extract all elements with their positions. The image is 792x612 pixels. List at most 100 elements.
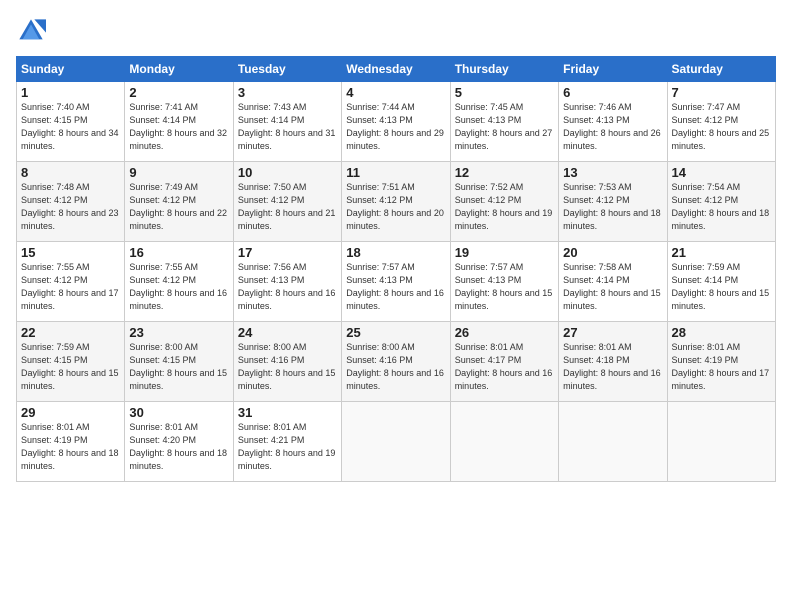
col-saturday: Saturday	[667, 57, 775, 82]
day-cell	[342, 402, 450, 482]
page: Sunday Monday Tuesday Wednesday Thursday…	[0, 0, 792, 612]
day-number: 11	[346, 165, 445, 180]
day-number: 23	[129, 325, 228, 340]
day-number: 31	[238, 405, 337, 420]
day-number: 3	[238, 85, 337, 100]
day-number: 18	[346, 245, 445, 260]
day-info: Sunrise: 8:00 AMSunset: 4:16 PMDaylight:…	[238, 342, 336, 391]
day-cell: 9 Sunrise: 7:49 AMSunset: 4:12 PMDayligh…	[125, 162, 233, 242]
day-number: 29	[21, 405, 120, 420]
day-number: 25	[346, 325, 445, 340]
day-number: 19	[455, 245, 554, 260]
day-info: Sunrise: 7:43 AMSunset: 4:14 PMDaylight:…	[238, 102, 336, 151]
week-row-5: 29 Sunrise: 8:01 AMSunset: 4:19 PMDaylig…	[17, 402, 776, 482]
day-number: 12	[455, 165, 554, 180]
day-cell	[559, 402, 667, 482]
day-info: Sunrise: 8:00 AMSunset: 4:15 PMDaylight:…	[129, 342, 227, 391]
day-info: Sunrise: 7:51 AMSunset: 4:12 PMDaylight:…	[346, 182, 444, 231]
day-number: 2	[129, 85, 228, 100]
day-info: Sunrise: 8:01 AMSunset: 4:21 PMDaylight:…	[238, 422, 336, 471]
day-number: 26	[455, 325, 554, 340]
day-info: Sunrise: 8:01 AMSunset: 4:18 PMDaylight:…	[563, 342, 661, 391]
col-monday: Monday	[125, 57, 233, 82]
day-number: 13	[563, 165, 662, 180]
day-info: Sunrise: 7:56 AMSunset: 4:13 PMDaylight:…	[238, 262, 336, 311]
day-info: Sunrise: 7:59 AMSunset: 4:14 PMDaylight:…	[672, 262, 770, 311]
day-info: Sunrise: 7:53 AMSunset: 4:12 PMDaylight:…	[563, 182, 661, 231]
day-cell: 24 Sunrise: 8:00 AMSunset: 4:16 PMDaylig…	[233, 322, 341, 402]
day-cell	[667, 402, 775, 482]
day-cell: 11 Sunrise: 7:51 AMSunset: 4:12 PMDaylig…	[342, 162, 450, 242]
day-number: 6	[563, 85, 662, 100]
logo-icon	[16, 16, 46, 46]
day-info: Sunrise: 8:01 AMSunset: 4:19 PMDaylight:…	[672, 342, 770, 391]
week-row-3: 15 Sunrise: 7:55 AMSunset: 4:12 PMDaylig…	[17, 242, 776, 322]
day-cell: 4 Sunrise: 7:44 AMSunset: 4:13 PMDayligh…	[342, 82, 450, 162]
col-friday: Friday	[559, 57, 667, 82]
day-number: 15	[21, 245, 120, 260]
day-info: Sunrise: 7:41 AMSunset: 4:14 PMDaylight:…	[129, 102, 227, 151]
day-info: Sunrise: 7:49 AMSunset: 4:12 PMDaylight:…	[129, 182, 227, 231]
day-cell: 16 Sunrise: 7:55 AMSunset: 4:12 PMDaylig…	[125, 242, 233, 322]
day-info: Sunrise: 8:01 AMSunset: 4:19 PMDaylight:…	[21, 422, 119, 471]
col-thursday: Thursday	[450, 57, 558, 82]
day-cell: 22 Sunrise: 7:59 AMSunset: 4:15 PMDaylig…	[17, 322, 125, 402]
day-cell: 31 Sunrise: 8:01 AMSunset: 4:21 PMDaylig…	[233, 402, 341, 482]
day-cell: 2 Sunrise: 7:41 AMSunset: 4:14 PMDayligh…	[125, 82, 233, 162]
day-cell: 13 Sunrise: 7:53 AMSunset: 4:12 PMDaylig…	[559, 162, 667, 242]
day-cell	[450, 402, 558, 482]
day-number: 27	[563, 325, 662, 340]
day-cell: 26 Sunrise: 8:01 AMSunset: 4:17 PMDaylig…	[450, 322, 558, 402]
day-cell: 12 Sunrise: 7:52 AMSunset: 4:12 PMDaylig…	[450, 162, 558, 242]
day-info: Sunrise: 7:57 AMSunset: 4:13 PMDaylight:…	[346, 262, 444, 311]
day-number: 30	[129, 405, 228, 420]
header	[16, 16, 776, 46]
day-info: Sunrise: 7:48 AMSunset: 4:12 PMDaylight:…	[21, 182, 119, 231]
day-cell: 17 Sunrise: 7:56 AMSunset: 4:13 PMDaylig…	[233, 242, 341, 322]
day-number: 28	[672, 325, 771, 340]
day-cell: 8 Sunrise: 7:48 AMSunset: 4:12 PMDayligh…	[17, 162, 125, 242]
day-info: Sunrise: 7:46 AMSunset: 4:13 PMDaylight:…	[563, 102, 661, 151]
day-info: Sunrise: 7:59 AMSunset: 4:15 PMDaylight:…	[21, 342, 119, 391]
day-cell: 7 Sunrise: 7:47 AMSunset: 4:12 PMDayligh…	[667, 82, 775, 162]
day-number: 22	[21, 325, 120, 340]
day-cell: 21 Sunrise: 7:59 AMSunset: 4:14 PMDaylig…	[667, 242, 775, 322]
day-info: Sunrise: 7:47 AMSunset: 4:12 PMDaylight:…	[672, 102, 770, 151]
day-number: 7	[672, 85, 771, 100]
day-number: 1	[21, 85, 120, 100]
day-number: 10	[238, 165, 337, 180]
day-info: Sunrise: 7:40 AMSunset: 4:15 PMDaylight:…	[21, 102, 119, 151]
day-number: 24	[238, 325, 337, 340]
day-cell: 29 Sunrise: 8:01 AMSunset: 4:19 PMDaylig…	[17, 402, 125, 482]
day-number: 20	[563, 245, 662, 260]
day-info: Sunrise: 8:00 AMSunset: 4:16 PMDaylight:…	[346, 342, 444, 391]
day-info: Sunrise: 7:58 AMSunset: 4:14 PMDaylight:…	[563, 262, 661, 311]
day-cell: 6 Sunrise: 7:46 AMSunset: 4:13 PMDayligh…	[559, 82, 667, 162]
day-info: Sunrise: 7:50 AMSunset: 4:12 PMDaylight:…	[238, 182, 336, 231]
week-row-4: 22 Sunrise: 7:59 AMSunset: 4:15 PMDaylig…	[17, 322, 776, 402]
day-number: 9	[129, 165, 228, 180]
day-info: Sunrise: 8:01 AMSunset: 4:20 PMDaylight:…	[129, 422, 227, 471]
day-number: 14	[672, 165, 771, 180]
day-cell: 5 Sunrise: 7:45 AMSunset: 4:13 PMDayligh…	[450, 82, 558, 162]
week-row-2: 8 Sunrise: 7:48 AMSunset: 4:12 PMDayligh…	[17, 162, 776, 242]
day-cell: 23 Sunrise: 8:00 AMSunset: 4:15 PMDaylig…	[125, 322, 233, 402]
day-info: Sunrise: 7:52 AMSunset: 4:12 PMDaylight:…	[455, 182, 553, 231]
day-cell: 10 Sunrise: 7:50 AMSunset: 4:12 PMDaylig…	[233, 162, 341, 242]
header-row: Sunday Monday Tuesday Wednesday Thursday…	[17, 57, 776, 82]
logo	[16, 16, 50, 46]
day-info: Sunrise: 8:01 AMSunset: 4:17 PMDaylight:…	[455, 342, 553, 391]
col-sunday: Sunday	[17, 57, 125, 82]
day-cell: 18 Sunrise: 7:57 AMSunset: 4:13 PMDaylig…	[342, 242, 450, 322]
calendar-table: Sunday Monday Tuesday Wednesday Thursday…	[16, 56, 776, 482]
day-cell: 3 Sunrise: 7:43 AMSunset: 4:14 PMDayligh…	[233, 82, 341, 162]
day-info: Sunrise: 7:55 AMSunset: 4:12 PMDaylight:…	[21, 262, 119, 311]
day-cell: 28 Sunrise: 8:01 AMSunset: 4:19 PMDaylig…	[667, 322, 775, 402]
day-info: Sunrise: 7:45 AMSunset: 4:13 PMDaylight:…	[455, 102, 553, 151]
day-number: 21	[672, 245, 771, 260]
day-number: 5	[455, 85, 554, 100]
day-number: 17	[238, 245, 337, 260]
day-number: 16	[129, 245, 228, 260]
day-cell: 27 Sunrise: 8:01 AMSunset: 4:18 PMDaylig…	[559, 322, 667, 402]
day-cell: 19 Sunrise: 7:57 AMSunset: 4:13 PMDaylig…	[450, 242, 558, 322]
